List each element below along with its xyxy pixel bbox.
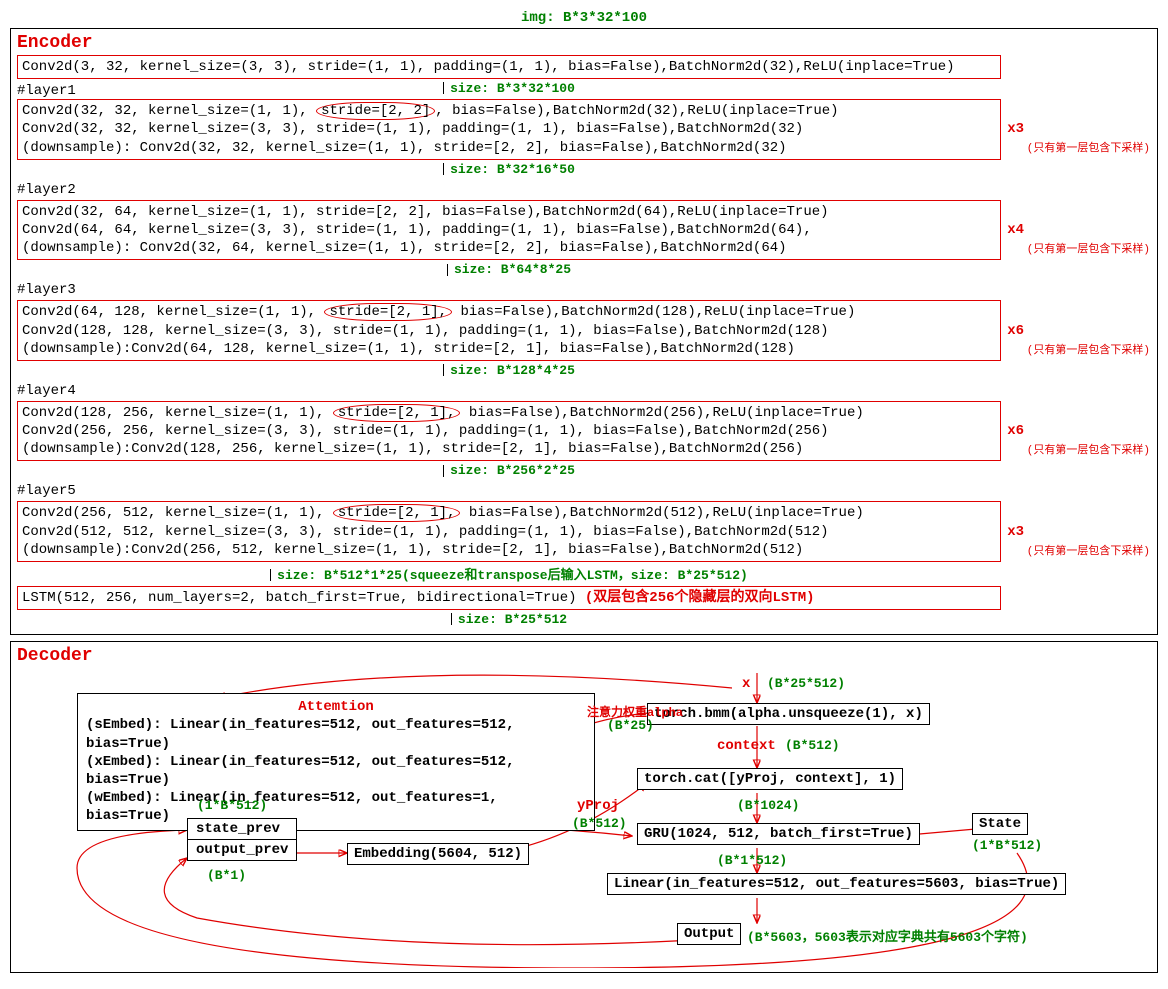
- layer5-stride-circle: stride=[2, 1],: [333, 504, 461, 522]
- bmm-node: torch.bmm(alpha.unsqueeze(1), x): [647, 703, 930, 725]
- layer4-line3: (downsample):Conv2d(128, 256, kernel_siz…: [22, 440, 996, 458]
- x-dim: (B*25*512): [767, 676, 845, 691]
- layer4-stride-circle: stride=[2, 1],: [333, 404, 461, 422]
- layer1-mult: x3: [1007, 120, 1024, 138]
- layer1-stride-circle: stride=[2, 2]: [316, 102, 435, 120]
- attention-box: Attemtion (sEmbed): Linear(in_features=5…: [77, 693, 595, 830]
- encoder-conv0: Conv2d(3, 32, kernel_size=(3, 3), stride…: [17, 55, 1001, 79]
- layer5-line3: (downsample):Conv2d(256, 512, kernel_siz…: [22, 541, 996, 559]
- layer4-mult: x6: [1007, 422, 1024, 440]
- lstm-note: (双层包含256个隐藏层的双向LSTM): [585, 590, 815, 606]
- layer2-line2: Conv2d(64, 64, kernel_size=(3, 3), strid…: [22, 221, 996, 239]
- layer3-line3: (downsample):Conv2d(64, 128, kernel_size…: [22, 340, 996, 358]
- layer4-box: Conv2d(128, 256, kernel_size=(1, 1), str…: [17, 401, 1001, 462]
- layer3-line2: Conv2d(128, 128, kernel_size=(3, 3), str…: [22, 322, 996, 340]
- cat-dim: (B*1024): [737, 798, 799, 813]
- alpha-dim: (B*25): [607, 718, 654, 733]
- gru-node: GRU(1024, 512, batch_first=True): [637, 823, 920, 845]
- attention-title: Attemtion: [86, 698, 586, 716]
- gru-out-dim: (B*1*512): [717, 853, 787, 868]
- state-node: State: [972, 813, 1028, 835]
- yproj-dim: (B*512): [572, 816, 627, 831]
- embedding-node: Embedding(5604, 512): [347, 843, 529, 865]
- size2: size: B*64*8*25: [454, 262, 571, 277]
- attn-line3: (wEmbed): Linear(in_features=512, out_fe…: [86, 789, 586, 825]
- size4: size: B*256*2*25: [450, 463, 575, 478]
- layer5-note: (只有第一层包含下采样): [1027, 545, 1150, 559]
- layer3-label: #layer3: [17, 282, 1001, 298]
- layer2-mult: x4: [1007, 221, 1024, 239]
- output-prev: output_prev: [188, 840, 296, 860]
- conv0-text: Conv2d(3, 32, kernel_size=(3, 3), stride…: [22, 59, 955, 75]
- encoder-section: Encoder Conv2d(3, 32, kernel_size=(3, 3)…: [10, 28, 1158, 635]
- linear-node: Linear(in_features=512, out_features=560…: [607, 873, 1066, 895]
- layer3-note: (只有第一层包含下采样): [1027, 344, 1150, 358]
- state-prev: state_prev: [188, 819, 296, 840]
- output-dim: (B*5603，5603表示对应字典共有5603个字符): [747, 926, 1028, 945]
- size3: size: B*128*4*25: [450, 363, 575, 378]
- layer1-note: (只有第一层包含下采样): [1027, 142, 1150, 156]
- layer3-mult: x6: [1007, 322, 1024, 340]
- size1: size: B*32*16*50: [450, 162, 575, 177]
- layer2-label: #layer2: [17, 182, 1001, 198]
- layer3-box: Conv2d(64, 128, kernel_size=(1, 1), stri…: [17, 300, 1001, 361]
- lstm-size: size: B*25*512: [458, 612, 567, 627]
- size0: size: B*3*32*100: [450, 81, 575, 96]
- yproj-label: yProj: [577, 798, 619, 814]
- layer1-line2: Conv2d(32, 32, kernel_size=(3, 3), strid…: [22, 120, 996, 138]
- lstm-box: LSTM(512, 256, num_layers=2, batch_first…: [17, 586, 1001, 610]
- attn-line1: (sEmbed): Linear(in_features=512, out_fe…: [86, 716, 586, 752]
- layer5-mult: x3: [1007, 523, 1024, 541]
- layer1-line3: (downsample): Conv2d(32, 32, kernel_size…: [22, 139, 996, 157]
- attn-line2: (xEmbed): Linear(in_features=512, out_fe…: [86, 753, 586, 789]
- layer2-note: (只有第一层包含下采样): [1027, 243, 1150, 257]
- layer2-line1: Conv2d(32, 64, kernel_size=(1, 1), strid…: [22, 203, 996, 221]
- size5: size: B*512*1*25(squeeze和transpose后输入LST…: [277, 568, 748, 583]
- layer3-stride-circle: stride=[2, 1],: [324, 303, 452, 321]
- layer4-note: (只有第一层包含下采样): [1027, 444, 1150, 458]
- layer1-box: Conv2d(32, 32, kernel_size=(1, 1), strid…: [17, 99, 1001, 160]
- cat-node: torch.cat([yProj, context], 1): [637, 768, 903, 790]
- layer2-line3: (downsample): Conv2d(32, 64, kernel_size…: [22, 239, 996, 257]
- encoder-title: Encoder: [17, 33, 1151, 53]
- output-node: Output: [677, 923, 741, 945]
- state-dim: (1*B*512): [972, 838, 1042, 853]
- layer5-line2: Conv2d(512, 512, kernel_size=(3, 3), str…: [22, 523, 996, 541]
- prev-box: state_prev output_prev: [187, 818, 297, 861]
- layer4-line2: Conv2d(256, 256, kernel_size=(3, 3), str…: [22, 422, 996, 440]
- x-label: x: [742, 676, 750, 692]
- decoder-section: Decoder: [10, 641, 1158, 973]
- layer5-box: Conv2d(256, 512, kernel_size=(1, 1), str…: [17, 501, 1001, 562]
- decoder-title: Decoder: [17, 646, 1151, 666]
- img-size-label: img: B*3*32*100: [10, 10, 1158, 26]
- layer4-label: #layer4: [17, 383, 1001, 399]
- layer2-box: Conv2d(32, 64, kernel_size=(1, 1), strid…: [17, 200, 1001, 261]
- layer5-label: #layer5: [17, 483, 1001, 499]
- context-label: context: [717, 738, 776, 754]
- lstm-text: LSTM(512, 256, num_layers=2, batch_first…: [22, 590, 577, 606]
- state-prev-dim: (1*B*512): [197, 798, 267, 813]
- context-dim: (B*512): [785, 738, 840, 753]
- output-prev-dim: (B*1): [207, 868, 246, 883]
